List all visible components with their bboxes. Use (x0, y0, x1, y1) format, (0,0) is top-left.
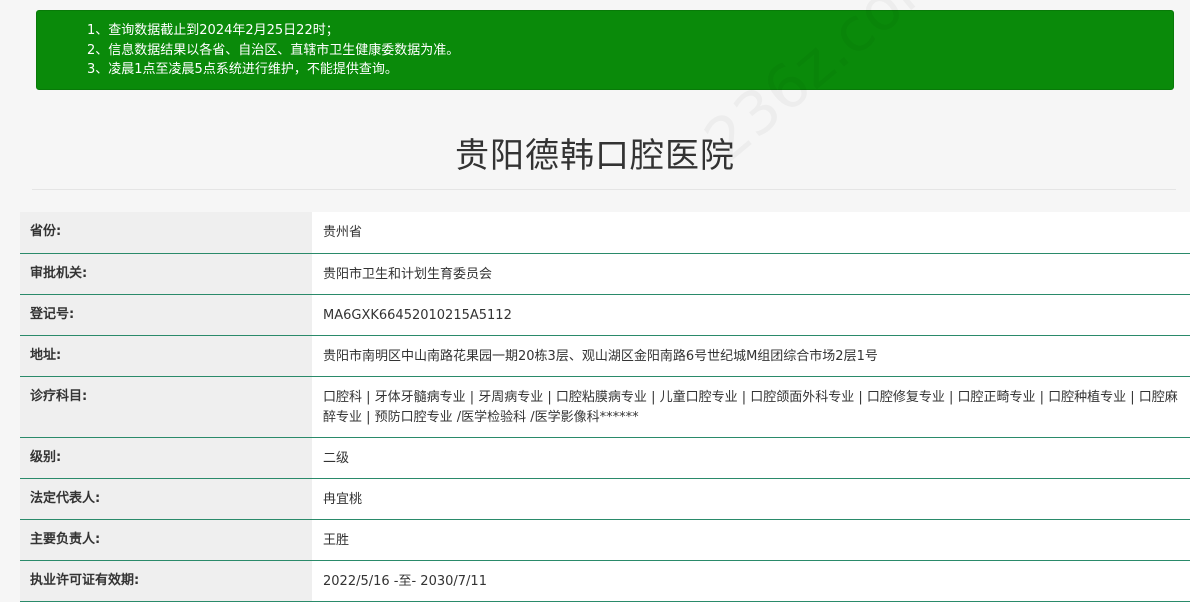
row-value-license-validity: 2022/5/16 -至- 2030/7/11 (312, 560, 1190, 602)
row-label-departments: 诊疗科目: (20, 376, 312, 438)
table-row: 地址: 贵阳市南明区中山南路花果园一期20栋3层、观山湖区金阳南路6号世纪城M组… (20, 335, 1190, 377)
row-value-address: 贵阳市南明区中山南路花果园一期20栋3层、观山湖区金阳南路6号世纪城M组团综合市… (312, 335, 1190, 377)
notice-banner: 1、查询数据截止到2024年2月25日22时； 2、信息数据结果以各省、自治区、… (36, 10, 1174, 90)
row-label-text: 地址: (30, 347, 62, 363)
table-row: 诊疗科目: 口腔科 | 牙体牙髓病专业 | 牙周病专业 | 口腔粘膜病专业 | … (20, 376, 1190, 438)
notice-line-3: 3、凌晨1点至凌晨5点系统进行维护，不能提供查询。 (87, 62, 398, 77)
row-label-approval-authority: 审批机关: (20, 253, 312, 295)
row-label-text: 级别: (30, 449, 62, 465)
row-value-text: MA6GXK66452010215A5112 (323, 307, 512, 323)
table-row: 审批机关: 贵阳市卫生和计划生育委员会 (20, 253, 1190, 295)
row-label-principal: 主要负责人: (20, 519, 312, 561)
table-row: 级别: 二级 (20, 437, 1190, 479)
row-label-text: 主要负责人: (30, 531, 101, 547)
row-value-text: 2022/5/16 -至- 2030/7/11 (323, 573, 487, 589)
row-label-registration-number: 登记号: (20, 294, 312, 336)
hospital-info-table: 省份: 贵州省 审批机关: 贵阳市卫生和计划生育委员会 登记号: MA6GXK6… (20, 212, 1190, 602)
table-row: 主要负责人: 王胜 (20, 519, 1190, 561)
row-value-principal: 王胜 (312, 519, 1190, 561)
row-label-text: 执业许可证有效期: (30, 572, 140, 588)
notice-line-1: 1、查询数据截止到2024年2月25日22时； (87, 23, 339, 38)
row-label-text: 审批机关: (30, 265, 88, 281)
row-value-approval-authority: 贵阳市卫生和计划生育委员会 (312, 253, 1190, 295)
row-value-province: 贵州省 (312, 212, 1190, 254)
row-label-text: 登记号: (30, 306, 75, 322)
row-label-text: 诊疗科目: (30, 388, 88, 404)
row-label-province: 省份: (20, 212, 312, 254)
row-label-address: 地址: (20, 335, 312, 377)
row-label-legal-representative: 法定代表人: (20, 478, 312, 520)
row-label-text: 省份: (30, 224, 62, 239)
row-label-text: 法定代表人: (30, 490, 101, 506)
row-value-level: 二级 (312, 437, 1190, 479)
row-value-legal-representative: 冉宜桃 (312, 478, 1190, 520)
table-row: 登记号: MA6GXK66452010215A5112 (20, 294, 1190, 336)
row-value-text: 口腔科 | 牙体牙髓病专业 | 牙周病专业 | 口腔粘膜病专业 | 儿童口腔专业… (323, 389, 1178, 425)
table-row: 省份: 贵州省 (20, 212, 1190, 254)
row-value-text: 贵阳市卫生和计划生育委员会 (323, 266, 493, 282)
row-value-departments: 口腔科 | 牙体牙髓病专业 | 牙周病专业 | 口腔粘膜病专业 | 儿童口腔专业… (312, 376, 1190, 438)
row-label-license-validity: 执业许可证有效期: (20, 560, 312, 602)
notice-line-2: 2、信息数据结果以各省、自治区、直辖市卫生健康委数据为准。 (87, 42, 460, 58)
row-value-text: 冉宜桃 (323, 491, 363, 507)
row-value-text: 二级 (323, 450, 350, 466)
row-value-text: 贵州省 (323, 225, 363, 240)
title-divider (32, 189, 1176, 190)
row-value-text: 王胜 (323, 532, 350, 548)
table-row: 法定代表人: 冉宜桃 (20, 478, 1190, 520)
row-value-text: 贵阳市南明区中山南路花果园一期20栋3层、观山湖区金阳南路6号世纪城M组团综合市… (323, 348, 878, 364)
row-value-registration-number: MA6GXK66452010215A5112 (312, 294, 1190, 336)
table-row: 执业许可证有效期: 2022/5/16 -至- 2030/7/11 (20, 560, 1190, 602)
row-label-level: 级别: (20, 437, 312, 479)
page-title: 贵阳德韩口腔医院 (455, 136, 735, 176)
